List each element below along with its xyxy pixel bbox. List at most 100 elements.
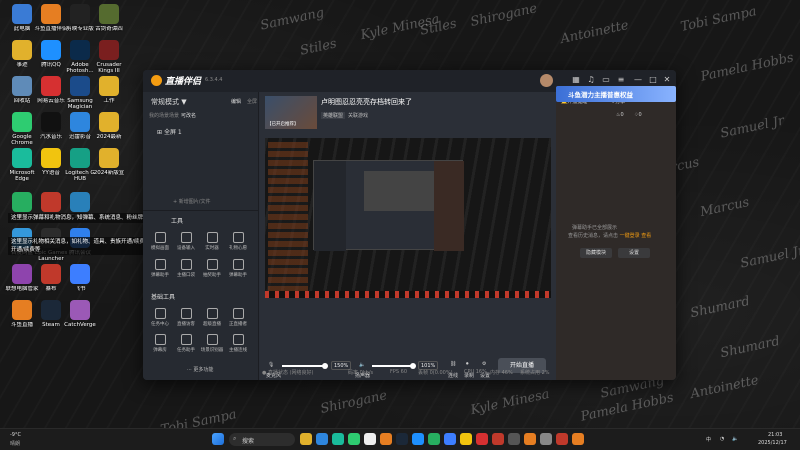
desktop-icon[interactable]: 古剑奇谭四 (91, 4, 127, 32)
signature-decoration: Samuel Jr (739, 243, 800, 272)
signature-decoration: Shirogane (319, 388, 389, 417)
desktop-icon[interactable]: Crusader Kings III (91, 40, 127, 74)
signature-decoration: Shumard (719, 333, 782, 362)
clock-time[interactable]: 21:03 (768, 432, 782, 438)
tool-button[interactable]: 实时器 (201, 232, 223, 251)
settings-button[interactable]: 设置 (618, 248, 650, 258)
explorer-icon[interactable] (300, 433, 312, 445)
tool-button[interactable]: 任务中心 (149, 308, 171, 327)
tool-button[interactable]: 超级直播 (201, 308, 223, 327)
hide-module-button[interactable]: 隐藏模块 (580, 248, 612, 258)
tool-button[interactable]: 场景识别器 (201, 334, 223, 353)
music-icon[interactable] (476, 433, 488, 445)
more-features-link[interactable]: ··· 更多功能 (187, 366, 213, 373)
desktop-icon-label: 古剑奇谭四 (95, 26, 123, 32)
app-icon[interactable] (572, 433, 584, 445)
tool-button[interactable]: 弹幕助手 (149, 259, 171, 278)
speaker-volume-slider[interactable] (372, 363, 416, 369)
weather-widget[interactable]: -9°C (10, 432, 21, 438)
fullscreen-button[interactable]: 全屏 (247, 98, 257, 105)
tool-button[interactable]: 模拟画面 (149, 232, 171, 251)
ea-icon (41, 192, 61, 212)
tool-icon (206, 334, 218, 345)
cities-icon (70, 192, 90, 212)
mic-volume-slider[interactable] (282, 363, 328, 369)
tool-button[interactable]: 主播连线 (227, 334, 249, 353)
desktop-icon-label: CatchVerge (64, 322, 96, 328)
start-icon[interactable] (212, 433, 224, 445)
volume-icon[interactable]: 🔈 (732, 436, 738, 442)
tool-button[interactable]: 设备输入 (175, 232, 197, 251)
signature-decoration: Antoinette (559, 17, 630, 48)
signature-decoration: Tobi Sampa (679, 4, 758, 35)
login-link[interactable]: 一键登录 (620, 233, 640, 239)
desktop-icon[interactable]: 2024最新 (91, 112, 127, 140)
tool-label: 设备输入 (177, 246, 195, 251)
preview-nested-window (313, 160, 464, 251)
tool-button[interactable]: 弹幕房 (149, 334, 171, 353)
qq-icon (41, 40, 61, 60)
desktop-icon[interactable]: CatchVerge (62, 300, 98, 328)
edit-button[interactable]: 编辑 (231, 98, 241, 105)
add-source-button[interactable]: + 新增图片/文件 (173, 198, 210, 205)
yy-icon[interactable] (460, 433, 472, 445)
divider (143, 210, 259, 211)
tool-button[interactable]: 弹幕助手 (227, 259, 249, 278)
center-panel: 【已开启推荐】 卢明图忍忍亮亮存档转回来了 英雄联盟 关联游戏 🎙 麦克风 15… (260, 92, 556, 380)
douyu-icon[interactable] (380, 433, 392, 445)
related-game-tag[interactable]: 关联游戏 (348, 112, 368, 119)
promo-banner[interactable]: 斗鱼潜力主播普惠权益 (556, 86, 676, 102)
steam-icon[interactable] (396, 433, 408, 445)
tool-button[interactable]: 主播口袋 (175, 259, 197, 278)
app-icon[interactable] (508, 433, 520, 445)
app-icon (41, 264, 61, 284)
app-logo-icon (151, 75, 162, 86)
taskbar-search[interactable]: ⌕ 搜索 (229, 433, 295, 446)
signature-decoration: Shumard (689, 293, 752, 322)
desktop-icon-label: 2024最新 (96, 134, 122, 140)
wechat-icon[interactable] (428, 433, 440, 445)
tool-button[interactable]: 抽奖助手 (201, 259, 223, 278)
tool-label: 主播连线 (229, 348, 247, 353)
app-icon[interactable] (492, 433, 504, 445)
room-cover[interactable]: 【已开启推荐】 (265, 96, 317, 129)
stream-preview[interactable] (265, 138, 551, 298)
search-icon: ⌕ (233, 435, 237, 442)
store-icon[interactable] (316, 433, 328, 445)
app-icon[interactable] (524, 433, 536, 445)
category-tag[interactable]: 英雄联盟 (321, 112, 346, 119)
signature-decoration: Pamela Hobbs (579, 390, 675, 425)
signature-decoration: Kyle Minesa (359, 11, 441, 44)
app-icon[interactable] (540, 433, 552, 445)
mode-selector[interactable]: 常规模式 ▼ (151, 97, 187, 107)
tab-my-scenes[interactable]: 我的场景 (149, 112, 169, 119)
ime-indicator[interactable]: 中 (706, 436, 711, 443)
tab-scenes[interactable]: 场景 (169, 112, 179, 119)
tool-label: 直播访客 (177, 322, 195, 327)
tool-button[interactable]: 礼物心愿 (227, 232, 249, 251)
wifi-icon[interactable]: ◔ (720, 436, 724, 442)
tool-label: 弹幕助手 (229, 273, 247, 278)
chrome-icon (12, 112, 32, 132)
app-icon[interactable] (556, 433, 568, 445)
desktop-icon[interactable]: 飞书 (62, 264, 98, 292)
clock-date[interactable]: 2025/12/17 (758, 440, 787, 446)
scene-item[interactable]: ⊞ 全屏 1 (157, 127, 182, 136)
edge-icon[interactable] (332, 433, 344, 445)
room-title[interactable]: 卢明图忍忍亮亮存档转回来了 (321, 97, 412, 107)
user-avatar[interactable] (540, 74, 553, 87)
desktop-icon[interactable]: 2024新版宣 (91, 148, 127, 176)
qq-icon[interactable] (412, 433, 424, 445)
tab-rename[interactable]: 可改名 (181, 112, 196, 119)
danmu-notice: 弹幕助手已全部展示 (572, 225, 618, 231)
tool-button[interactable]: 任务助手 (175, 334, 197, 353)
feishu-icon[interactable] (444, 433, 456, 445)
chrome-icon[interactable] (348, 433, 360, 445)
tool-button[interactable]: 直播访客 (175, 308, 197, 327)
desktop-icon[interactable]: 工作 (91, 76, 127, 104)
tool-button[interactable]: 正直播者 (227, 308, 249, 327)
tool-label: 正直播者 (229, 322, 247, 327)
app-version: 6.3.4.4 (205, 77, 223, 83)
capcut-icon (70, 4, 90, 24)
nv-icon[interactable] (364, 433, 376, 445)
